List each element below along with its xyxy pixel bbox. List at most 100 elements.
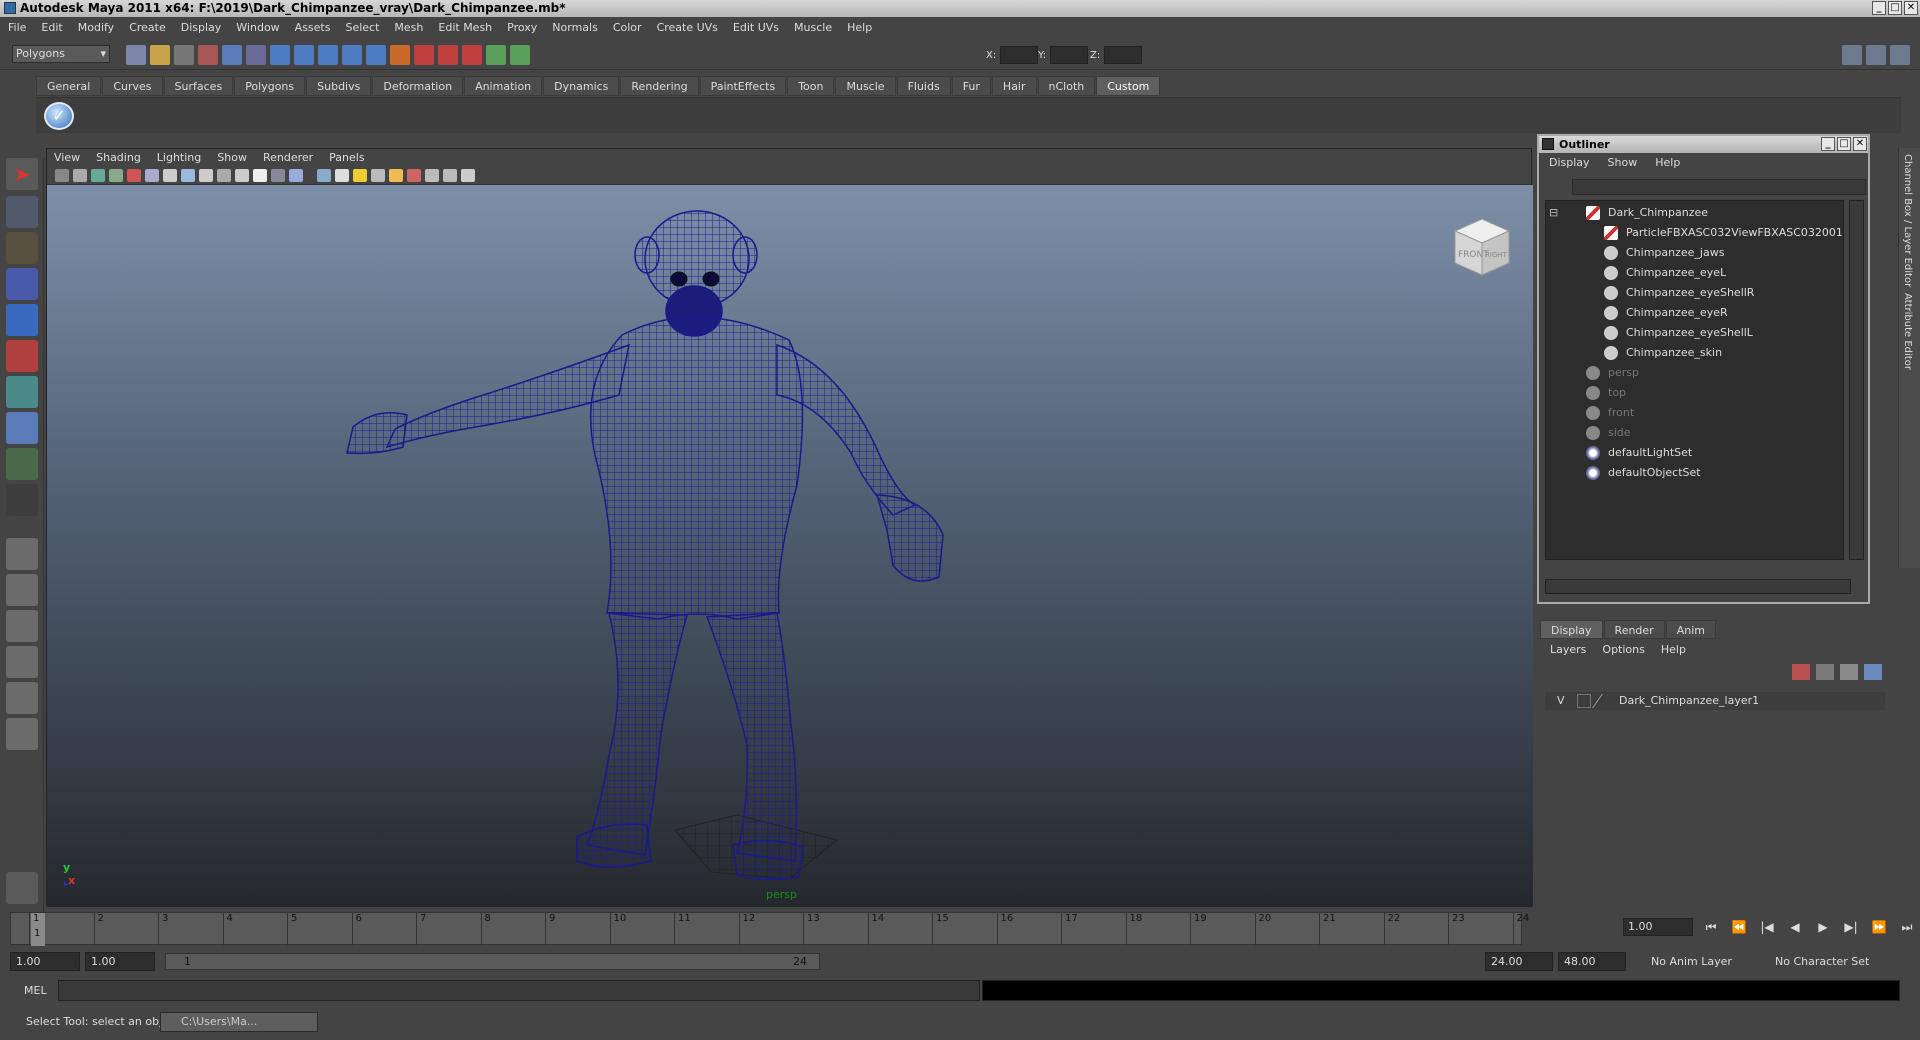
layer-row[interactable]: V Dark_Chimpanzee_layer1	[1545, 692, 1885, 710]
layer-tab-render[interactable]: Render	[1603, 620, 1665, 639]
custom-layout-icon[interactable]	[6, 718, 38, 750]
shelf-tab-general[interactable]: General	[36, 76, 102, 96]
step-back-frame-icon[interactable]: |◀	[1756, 918, 1778, 936]
pick-mask-icon[interactable]	[270, 45, 290, 65]
attribute-editor-tab[interactable]: Attribute Editor	[1902, 293, 1913, 370]
snap-point-icon[interactable]	[342, 45, 362, 65]
toggle-channel-box-icon[interactable]	[1890, 45, 1910, 65]
shelf-tab-muscle[interactable]: Muscle	[835, 76, 896, 96]
maximize-button[interactable]: □	[1888, 1, 1902, 15]
panel-tool-icon[interactable]	[271, 169, 285, 182]
shelf-tab-subdivs[interactable]: Subdivs	[306, 76, 372, 96]
menu-color[interactable]: Color	[613, 21, 642, 34]
y-field[interactable]	[1050, 46, 1089, 64]
soft-mod-tool-icon[interactable]	[6, 412, 38, 444]
input-output-icon[interactable]	[486, 45, 506, 65]
snap-curve-icon[interactable]	[318, 45, 338, 65]
new-layer-icon[interactable]	[1840, 664, 1858, 680]
shelf-tab-toon[interactable]: Toon	[787, 76, 835, 96]
four-view-layout-icon[interactable]	[6, 574, 38, 606]
scale-tool-icon[interactable]	[6, 340, 38, 372]
layer-color-swatch[interactable]	[1577, 694, 1591, 708]
go-to-start-icon[interactable]: ⏮	[1700, 918, 1722, 936]
paint-select-tool-icon[interactable]	[6, 232, 38, 264]
menu-normals[interactable]: Normals	[552, 21, 598, 34]
panel-tool-icon[interactable]	[181, 169, 195, 182]
menu-help[interactable]: Help	[847, 21, 872, 34]
open-scene-icon[interactable]	[150, 45, 170, 65]
outliner-minimize-button[interactable]: _	[1821, 137, 1835, 151]
panel-tool-icon[interactable]	[317, 169, 331, 182]
panel-tool-icon[interactable]	[371, 169, 385, 182]
toggle-attribute-editor-icon[interactable]	[1866, 45, 1886, 65]
z-field[interactable]	[1104, 46, 1143, 64]
hypershade-layout-icon[interactable]	[6, 682, 38, 714]
shelf-tab-curves[interactable]: Curves	[102, 76, 163, 96]
panel-tool-icon[interactable]	[163, 169, 177, 182]
show-manipulator-icon[interactable]	[6, 448, 38, 480]
channel-box-tab[interactable]: Channel Box / Layer Editor	[1902, 154, 1913, 287]
shelf-tab-polygons[interactable]: Polygons	[234, 76, 306, 96]
shelf-tab-animation[interactable]: Animation	[464, 76, 543, 96]
menu-edit-uvs[interactable]: Edit UVs	[733, 21, 779, 34]
panel-tool-icon[interactable]	[389, 169, 403, 182]
render-icon[interactable]	[414, 45, 434, 65]
new-layer-selected-icon[interactable]	[1864, 664, 1882, 680]
panel-menu-view[interactable]: View	[54, 151, 80, 164]
outliner-menu-display[interactable]: Display	[1549, 156, 1590, 169]
outliner-close-button[interactable]: ✕	[1853, 137, 1867, 151]
persp-graph-layout-icon[interactable]	[6, 646, 38, 678]
shelf-tab-surfaces[interactable]: Surfaces	[163, 76, 234, 96]
menu-display[interactable]: Display	[181, 21, 222, 34]
menu-create-uvs[interactable]: Create UVs	[657, 21, 718, 34]
panel-tool-icon[interactable]	[145, 169, 159, 182]
play-forwards-icon[interactable]: ▶	[1812, 918, 1834, 936]
new-scene-icon[interactable]	[126, 45, 146, 65]
shelf-tab-custom[interactable]: Custom	[1096, 76, 1161, 96]
play-backwards-icon[interactable]: ◀	[1784, 918, 1806, 936]
menu-edit-mesh[interactable]: Edit Mesh	[438, 21, 492, 34]
shelf-tab-fur[interactable]: Fur	[951, 76, 991, 96]
rotate-tool-icon[interactable]	[6, 304, 38, 336]
layer-tab-anim[interactable]: Anim	[1665, 620, 1716, 639]
step-forward-key-icon[interactable]: ⏩	[1868, 918, 1890, 936]
close-button[interactable]: ✕	[1904, 1, 1918, 15]
single-perspective-layout-icon[interactable]	[6, 538, 38, 570]
panel-tool-icon[interactable]	[443, 169, 457, 182]
script-editor-icon[interactable]	[6, 872, 38, 904]
outliner-horizontal-scrollbar[interactable]	[1545, 579, 1851, 594]
playback-start-field[interactable]: 1.00	[85, 952, 155, 971]
panel-menu-lighting[interactable]: Lighting	[157, 151, 201, 164]
move-layer-down-icon[interactable]	[1816, 664, 1834, 680]
panel-menu-renderer[interactable]: Renderer	[263, 151, 313, 164]
outliner-menu-show[interactable]: Show	[1608, 156, 1638, 169]
shelf-tab-dynamics[interactable]: Dynamics	[543, 76, 620, 96]
go-to-end-icon[interactable]: ⏭	[1896, 918, 1918, 936]
command-language-label[interactable]: MEL	[24, 984, 47, 997]
manipulator-tool-icon[interactable]	[6, 376, 38, 408]
panel-tool-icon[interactable]	[407, 169, 421, 182]
select-tool-icon[interactable]: ➤	[6, 158, 38, 190]
panel-tool-icon[interactable]	[199, 169, 213, 182]
ipr-render-icon[interactable]	[438, 45, 458, 65]
layer-tab-display[interactable]: Display	[1540, 620, 1603, 639]
persp-outliner-layout-icon[interactable]	[6, 610, 38, 642]
layer-menu-layers[interactable]: Layers	[1550, 643, 1586, 656]
snap-grid-icon[interactable]	[294, 45, 314, 65]
expand-collapse-icon[interactable]: ⊟	[1549, 203, 1558, 223]
custom-check-icon[interactable]: ✓	[44, 102, 74, 130]
menu-muscle[interactable]: Muscle	[794, 21, 832, 34]
menu-select[interactable]: Select	[345, 21, 379, 34]
lasso-tool-icon[interactable]	[6, 196, 38, 228]
menu-modify[interactable]: Modify	[78, 21, 114, 34]
layer-menu-help[interactable]: Help	[1661, 643, 1686, 656]
minimize-button[interactable]: _	[1872, 1, 1886, 15]
menu-assets[interactable]: Assets	[295, 21, 331, 34]
panel-tool-icon[interactable]	[127, 169, 141, 182]
toggle-layout-icon[interactable]	[1842, 45, 1862, 65]
move-tool-icon[interactable]	[6, 268, 38, 300]
panel-tool-icon[interactable]	[335, 169, 349, 182]
panel-tool-icon[interactable]	[253, 169, 267, 182]
step-back-key-icon[interactable]: ⏪	[1728, 918, 1750, 936]
shelf-tab-rendering[interactable]: Rendering	[620, 76, 699, 96]
